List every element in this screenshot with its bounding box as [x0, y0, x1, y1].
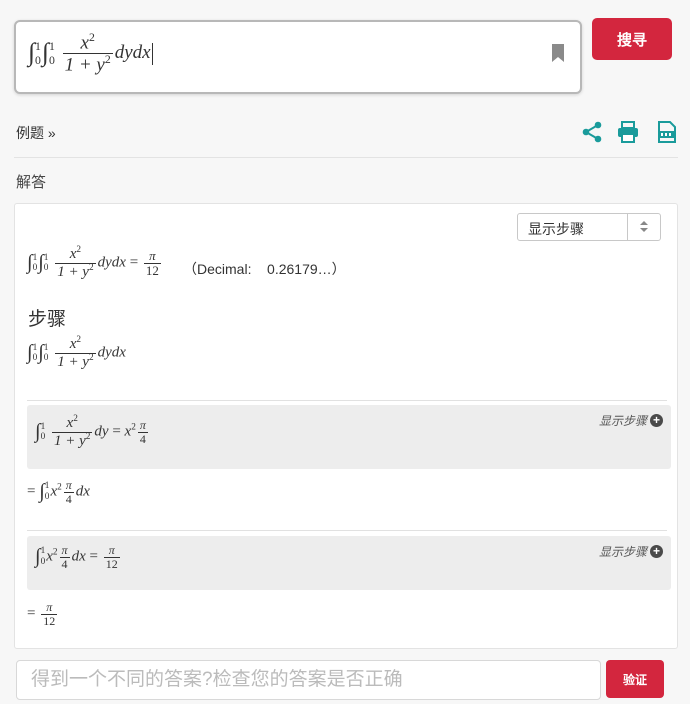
steps-heading: 步骤: [28, 309, 67, 330]
pdf-icon[interactable]: [655, 120, 679, 144]
plus-circle-icon[interactable]: +: [650, 545, 663, 558]
show-steps-link[interactable]: 显示步骤 +: [599, 412, 663, 429]
step-divider: [27, 400, 667, 401]
divider: [14, 157, 678, 158]
print-icon[interactable]: [616, 120, 640, 144]
plus-circle-icon[interactable]: +: [650, 414, 663, 427]
verify-button[interactable]: 验证: [606, 660, 664, 698]
show-steps-link[interactable]: 显示步骤 +: [599, 543, 663, 560]
verify-answer-input[interactable]: 得到一个不同的答案?检查您的答案是否正确: [16, 660, 601, 700]
decimal-value: （Decimal: 0.26179…）: [183, 261, 346, 277]
step-inner-integral: ∫ 1 0 x2 1 + y2 dy = x2 π 4: [35, 414, 148, 449]
final-answer: = π 12: [27, 600, 58, 628]
step-box: 显示步骤 + ∫ 1 0 x2 π 4 dx = π 12: [27, 536, 671, 590]
search-button[interactable]: 搜寻: [592, 18, 672, 60]
step-substituted-expression: = ∫ 1 0 x2 π 4 dx: [27, 478, 90, 506]
search-expression[interactable]: ∫ 1 0 ∫ 1 0 x2 1 + y2 dydx: [28, 31, 153, 76]
text-caret: [151, 42, 153, 65]
bookmark-icon[interactable]: [552, 44, 564, 62]
step-divider: [27, 530, 667, 531]
step-box: 显示步骤 + ∫ 1 0 x2 1 + y2 dy = x2 π 4: [27, 405, 671, 469]
share-icon[interactable]: [580, 120, 604, 144]
search-input[interactable]: ∫ 1 0 ∫ 1 0 x2 1 + y2 dydx: [14, 20, 582, 94]
result-equation: ∫ 1 0 ∫ 1 0 x2 1 + y2 dydx = π 12: [27, 245, 161, 280]
solution-panel: 显示步骤 ∫ 1 0 ∫ 1 0 x2 1 + y2 dydx = π 12 （Decimal:…: [14, 203, 678, 649]
show-steps-select[interactable]: 显示步骤: [517, 213, 661, 241]
step-initial-expression: ∫ 1 0 ∫ 1 0 x2 1 + y2 dydx: [27, 335, 126, 370]
step-outer-integral: ∫ 1 0 x2 π 4 dx = π 12: [35, 543, 120, 571]
examples-link[interactable]: 例题 »: [16, 123, 56, 143]
answer-section-label: 解答: [16, 174, 47, 191]
